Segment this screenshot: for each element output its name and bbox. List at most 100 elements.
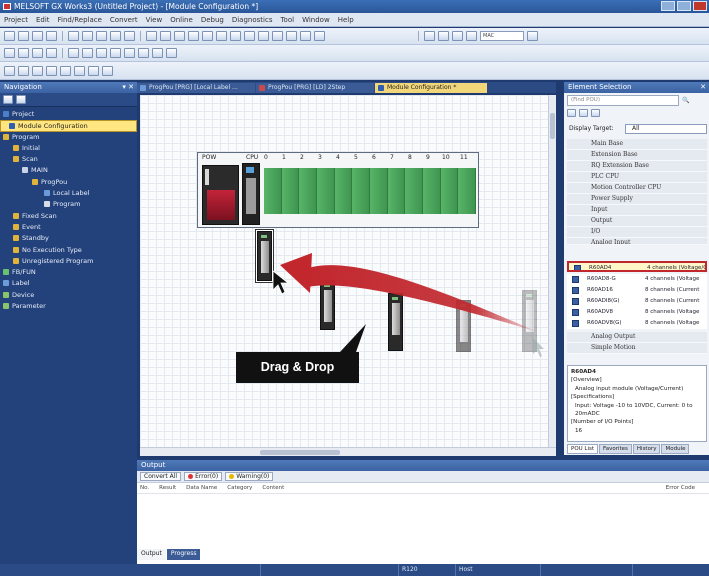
stop-icon[interactable] [452,31,463,41]
tree-item-project[interactable]: Project [0,109,137,120]
tab-history[interactable]: History [632,444,661,454]
tree-item-device[interactable]: Device [0,290,137,301]
label-icon[interactable] [138,48,149,58]
diagnostics-icon[interactable] [286,31,297,41]
menu-project[interactable]: Project [4,16,28,24]
run-icon[interactable] [438,31,449,41]
menu-convert[interactable]: Convert [110,16,138,24]
category-simple-motion[interactable]: Simple Motion [567,343,707,354]
search-icon[interactable]: 🔍 [682,95,706,106]
pause-icon[interactable] [466,31,477,41]
module-icon[interactable] [18,65,29,76]
tree-item-progpou[interactable]: ProgPou [0,177,137,188]
category-input[interactable]: Input [567,205,707,216]
maximize-button[interactable] [677,1,691,11]
print-icon[interactable] [46,31,57,41]
tree-item-local-label[interactable]: Local Label [0,188,137,199]
menu-view[interactable]: View [146,16,163,24]
category-rq-extension-base[interactable]: RQ Extension Base [567,161,707,172]
tree-item-scan[interactable]: Scan [0,154,137,165]
menu-window[interactable]: Window [302,16,330,24]
tree-item-initial[interactable]: Initial [0,143,137,154]
tree-item-fixed-scan[interactable]: Fixed Scan [0,211,137,222]
category-power-supply[interactable]: Power Supply [567,194,707,205]
tab-progress[interactable]: Progress [166,549,201,560]
tree-item-parameter[interactable]: Parameter [0,301,137,312]
write-plc-icon[interactable] [174,31,185,41]
category-motion-controller-cpu[interactable]: Motion Controller CPU [567,183,707,194]
device-combo[interactable]: MAC [480,31,524,41]
draw-text-icon[interactable] [88,65,99,76]
module-item-r60ad4[interactable]: R60AD4 4 channels (Voltage/Current) [567,261,707,272]
tree-item-fb-fun[interactable]: FB/FUN [0,267,137,278]
combo-dropdown-icon[interactable] [527,31,538,41]
menu-help[interactable]: Help [338,16,354,24]
draw-ellipse-icon[interactable] [74,65,85,76]
convert-all-icon[interactable] [258,31,269,41]
convert-all-button[interactable]: Convert All [140,472,182,481]
warning-filter-button[interactable]: Warning(0) [225,472,274,481]
tab-module-configuration[interactable]: Module Configuration * [375,83,487,93]
read-plc-icon[interactable] [188,31,199,41]
copy-icon[interactable] [82,31,93,41]
tab-module[interactable]: Module [661,444,690,454]
fbd-icon[interactable] [32,48,43,58]
save-icon[interactable] [32,31,43,41]
new-icon[interactable] [4,31,15,41]
tab-favorites[interactable]: Favorites [599,444,632,454]
tree-item-no-execution-type[interactable]: No Execution Type [0,245,137,256]
tree-item-standby[interactable]: Standby [0,233,137,244]
replace-icon[interactable] [160,31,171,41]
instruction-icon[interactable] [96,48,107,58]
zoom-out-icon[interactable] [314,31,325,41]
draw-line-icon[interactable] [46,65,57,76]
ladder-icon[interactable] [4,48,15,58]
menu-find-replace[interactable]: Find/Replace [58,16,102,24]
panel-close-icon[interactable]: ✕ [700,82,706,93]
category-analog-output[interactable]: Analog Output [567,332,707,343]
tab-output[interactable]: Output [137,549,166,560]
category-main-base[interactable]: Main Base [567,139,707,150]
paste-icon[interactable] [96,31,107,41]
tab-local-label[interactable]: ProgPou [PRG] [Local Label ... [137,83,255,93]
tree-item-unregistered-program[interactable]: Unregistered Program [0,256,137,267]
category-analog-input[interactable]: Analog Input [567,238,707,245]
module-item[interactable]: R60AD16 8 channels (Current [567,285,707,296]
zoom-in-icon[interactable] [300,31,311,41]
category-extension-base[interactable]: Extension Base [567,150,707,161]
display-target-select[interactable]: All [625,124,707,134]
pin-close-icon[interactable]: ▾ ✕ [122,82,134,93]
comment-icon[interactable] [124,48,135,58]
tree-item-label[interactable]: Label [0,278,137,289]
function-icon[interactable] [166,48,177,58]
pointer-icon[interactable] [4,65,15,76]
monitor-icon[interactable] [216,31,227,41]
cut-icon[interactable] [68,31,79,41]
error-filter-button[interactable]: Error(0) [184,472,223,481]
tree-item-program[interactable]: Program [0,132,137,143]
category-output[interactable]: Output [567,216,707,227]
format-icon[interactable] [102,65,113,76]
st-icon[interactable] [18,48,29,58]
module-item[interactable]: R60ADV8 8 channels (Voltage [567,307,707,318]
verify-icon[interactable] [202,31,213,41]
category-io[interactable]: I/O [567,227,707,238]
module-item[interactable]: R60ADI8(G) 8 channels (Current [567,296,707,307]
contact-icon[interactable] [68,48,79,58]
tree-item-event[interactable]: Event [0,222,137,233]
undo-icon[interactable] [110,31,121,41]
find-icon[interactable] [146,31,157,41]
category-plc-cpu[interactable]: PLC CPU [567,172,707,183]
filter-icon[interactable] [591,109,600,117]
step-icon[interactable] [424,31,435,41]
nav-sort-icon[interactable] [16,95,26,104]
collapse-icon[interactable] [579,109,588,117]
menu-tool[interactable]: Tool [280,16,294,24]
fb-icon[interactable] [152,48,163,58]
nav-view-icon[interactable] [3,95,13,104]
sfc-icon[interactable] [46,48,57,58]
close-button[interactable] [693,1,707,11]
menu-online[interactable]: Online [170,16,193,24]
menu-edit[interactable]: Edit [36,16,50,24]
menu-diagnostics[interactable]: Diagnostics [232,16,273,24]
